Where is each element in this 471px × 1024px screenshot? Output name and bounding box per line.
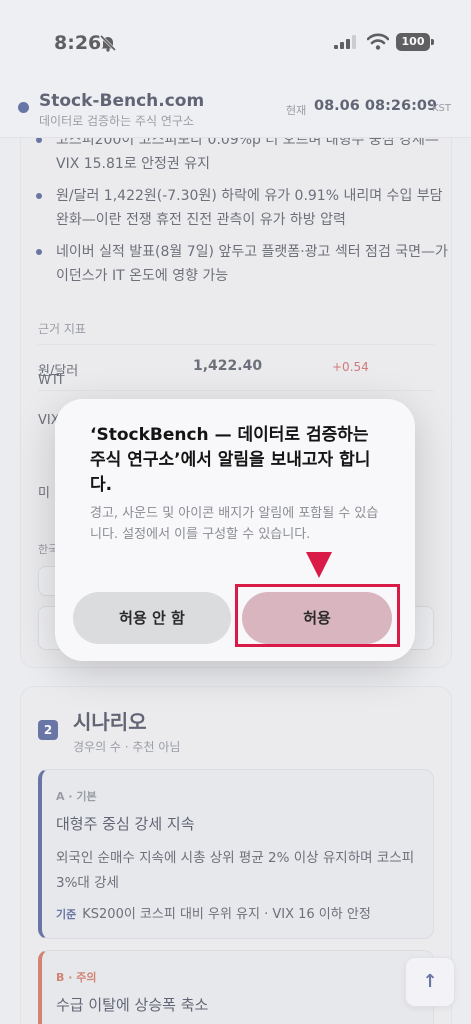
dialog-title: ‘StockBench — 데이터로 검증하는 주식 연구소’에서 알림을 보내… [90,425,371,495]
allow-highlight-box [235,584,400,647]
pointer-arrow-icon [306,552,332,578]
dialog-message: 경고, 사운드 및 아이콘 배지가 알림에 포함될 수 있습니다. 설정에서 이… [90,506,379,542]
deny-button[interactable]: 허용 안 함 [73,592,231,644]
